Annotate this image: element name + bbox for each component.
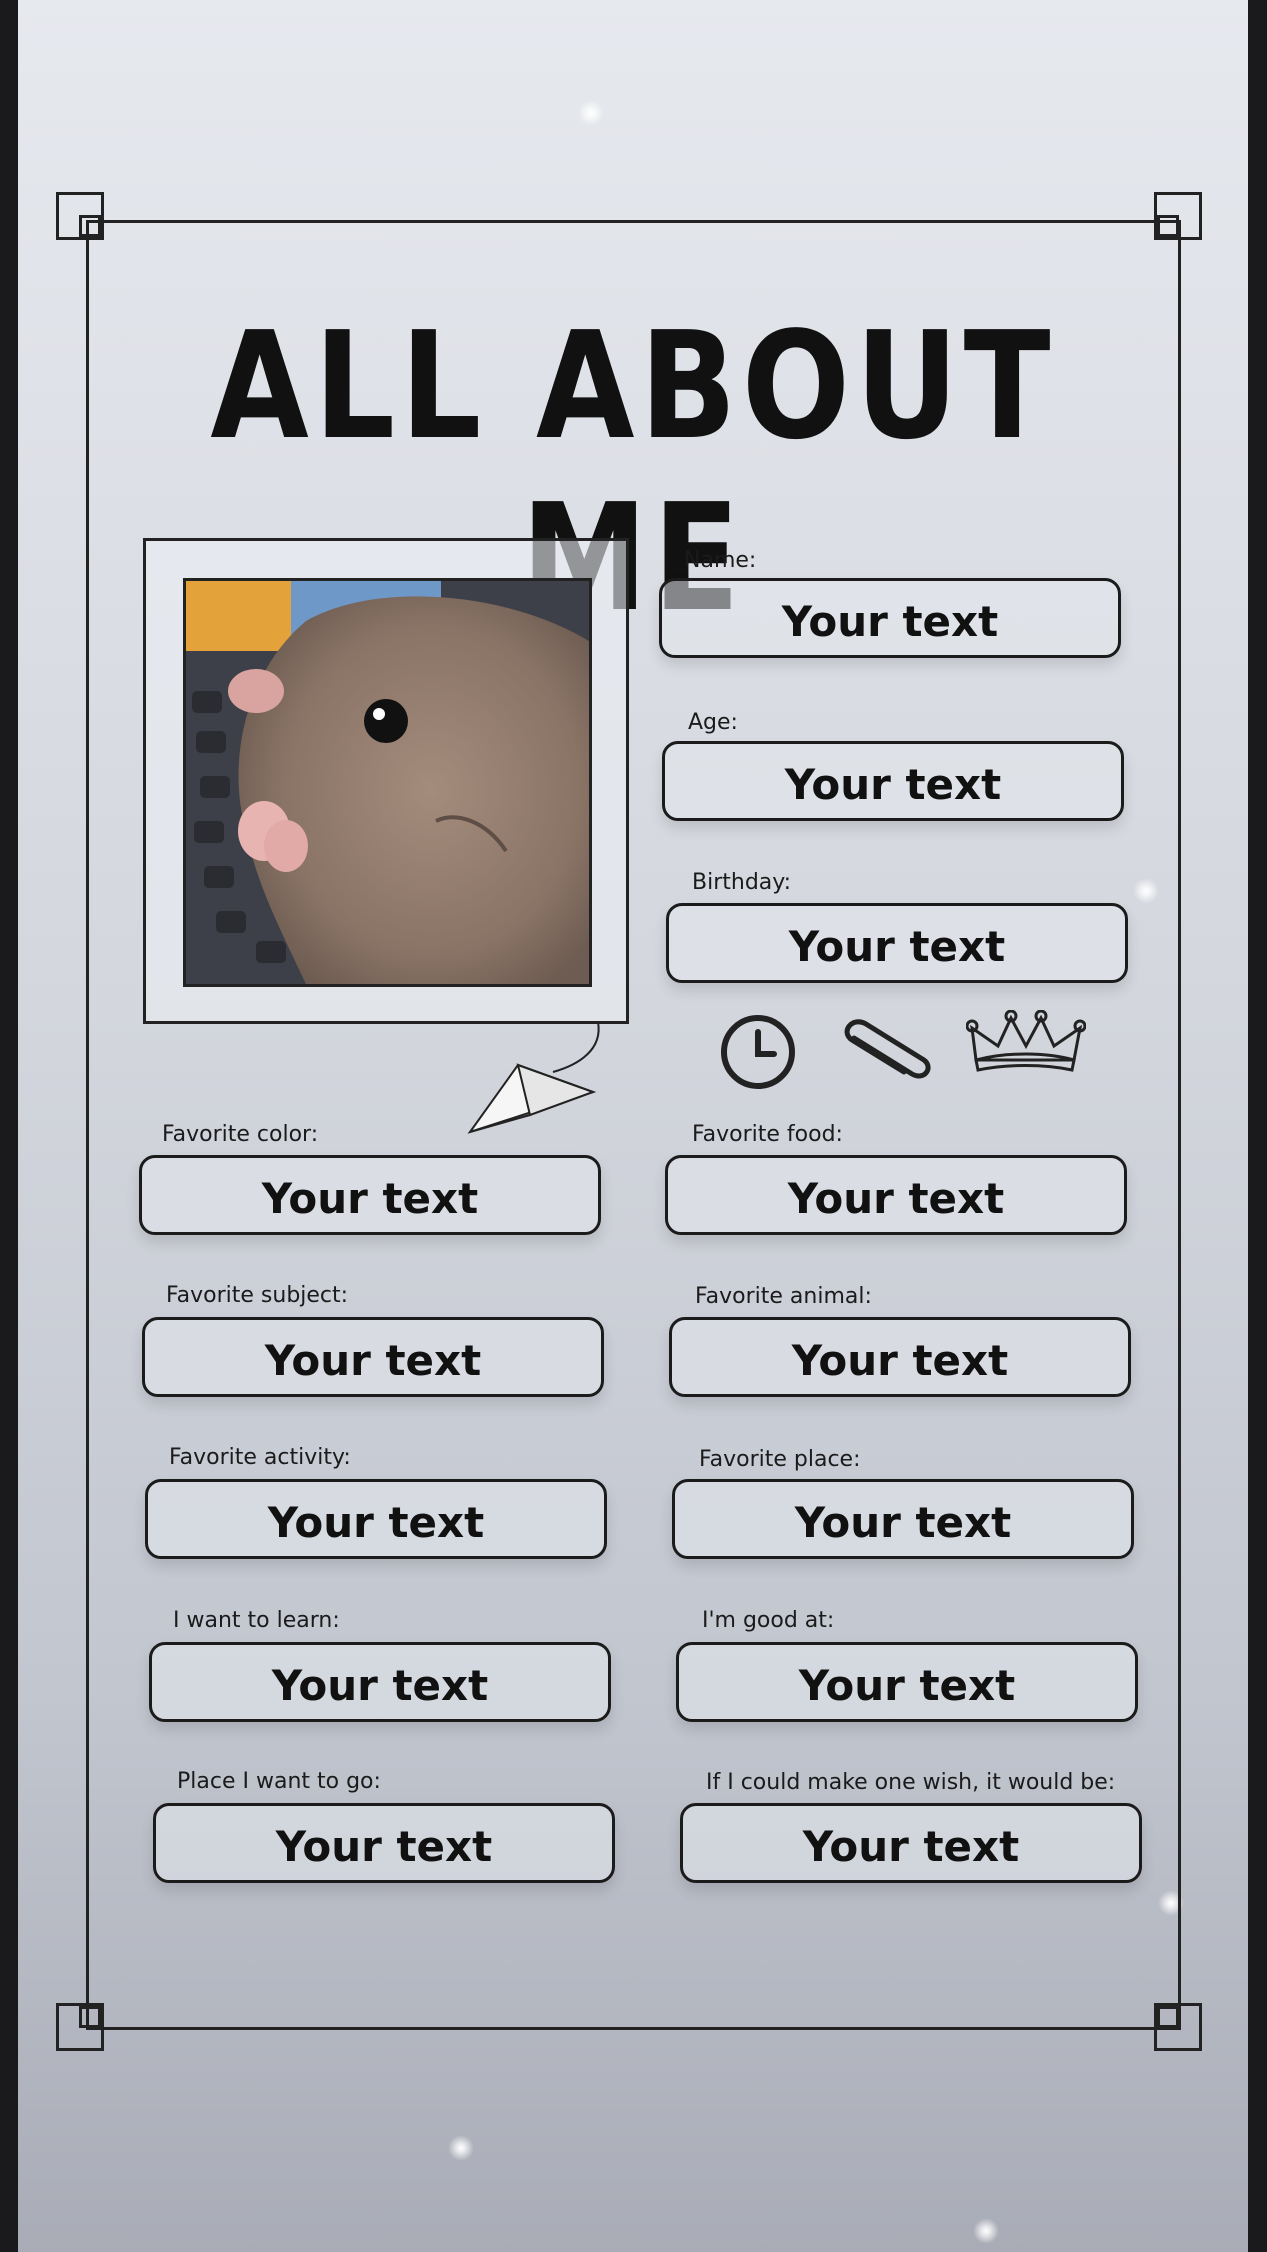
worksheet-page: ALL ABOUT ME Name: Your text Age: Your t…: [18, 0, 1248, 2252]
wish-field[interactable]: Your text: [680, 1803, 1142, 1883]
favorite-color-field[interactable]: Your text: [139, 1155, 601, 1235]
sparkle-decoration: [578, 100, 604, 126]
crown-icon: [966, 1010, 1086, 1072]
photo-frame: [143, 538, 629, 1024]
frame-corner: [56, 2003, 104, 2051]
hamster-photo: [183, 578, 592, 987]
place-to-go-field[interactable]: Your text: [153, 1803, 615, 1883]
age-field[interactable]: Your text: [662, 741, 1124, 821]
field-label: Birthday:: [692, 870, 792, 895]
frame-corner: [56, 192, 104, 240]
name-field[interactable]: Your text: [659, 578, 1121, 658]
frame-corner: [1154, 2003, 1202, 2051]
field-label: Name:: [684, 548, 757, 573]
frame-corner: [1154, 192, 1202, 240]
field-label: Favorite place:: [699, 1447, 861, 1472]
clock-icon: [721, 1015, 795, 1089]
sparkle-decoration: [448, 2135, 474, 2161]
want-to-learn-field[interactable]: Your text: [149, 1642, 611, 1722]
field-label: Favorite subject:: [166, 1283, 349, 1308]
field-label: Age:: [688, 710, 738, 735]
favorite-place-field[interactable]: Your text: [672, 1479, 1134, 1559]
birthday-field[interactable]: Your text: [666, 903, 1128, 983]
field-label: Favorite animal:: [695, 1284, 872, 1309]
field-label: Favorite food:: [692, 1122, 843, 1147]
sparkle-decoration: [973, 2218, 999, 2244]
favorite-activity-field[interactable]: Your text: [145, 1479, 607, 1559]
paperclip-icon: [844, 1019, 931, 1079]
good-at-field[interactable]: Your text: [676, 1642, 1138, 1722]
favorite-food-field[interactable]: Your text: [665, 1155, 1127, 1235]
field-label: I'm good at:: [702, 1608, 835, 1633]
paper-plane-icon: [467, 1021, 600, 1134]
field-label: Favorite activity:: [169, 1445, 351, 1470]
favorite-animal-field[interactable]: Your text: [669, 1317, 1131, 1397]
field-label: Favorite color:: [162, 1122, 319, 1147]
field-label: If I could make one wish, it would be:: [706, 1770, 1116, 1795]
field-label: Place I want to go:: [177, 1769, 381, 1794]
favorite-subject-field[interactable]: Your text: [142, 1317, 604, 1397]
field-label: I want to learn:: [173, 1608, 340, 1633]
